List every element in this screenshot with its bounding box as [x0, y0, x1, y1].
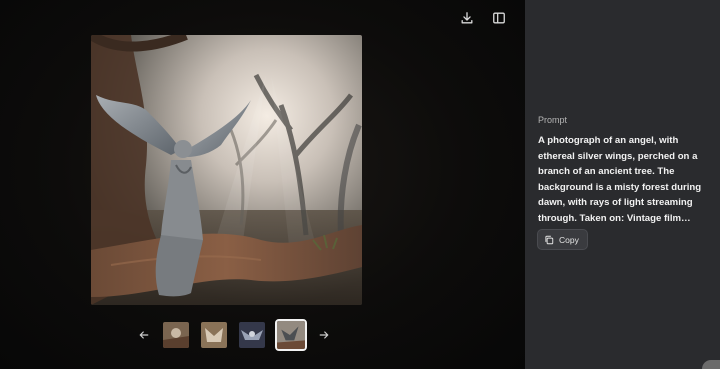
- thumbnail-4-selected[interactable]: [275, 319, 307, 351]
- image-viewer: [0, 0, 525, 369]
- viewer-toolbar: [455, 6, 511, 30]
- download-icon: [461, 12, 473, 24]
- main-generated-image: [91, 35, 362, 305]
- thumbnail-3[interactable]: [237, 320, 267, 350]
- previous-image-button[interactable]: [134, 320, 154, 350]
- thumbnail-1[interactable]: [161, 320, 191, 350]
- copy-icon: [545, 235, 554, 244]
- prompt-text: A photograph of an angel, with ethereal …: [538, 135, 702, 224]
- download-button[interactable]: [455, 6, 479, 30]
- sidebar-toggle-icon: [493, 12, 505, 24]
- sidebar-toggle-button[interactable]: [487, 6, 511, 30]
- next-image-button[interactable]: [314, 320, 334, 350]
- thumbnail-strip: [134, 319, 334, 351]
- corner-avatar-partial: [702, 360, 720, 369]
- prompt-sidebar: Prompt A photograph of an angel, with et…: [525, 0, 720, 369]
- copy-button-label: Copy: [559, 234, 579, 245]
- copy-button[interactable]: Copy: [537, 229, 588, 250]
- arrow-left-icon: [139, 331, 149, 339]
- arrow-right-icon: [319, 331, 329, 339]
- prompt-label: Prompt: [538, 115, 568, 125]
- thumbnail-2[interactable]: [199, 320, 229, 350]
